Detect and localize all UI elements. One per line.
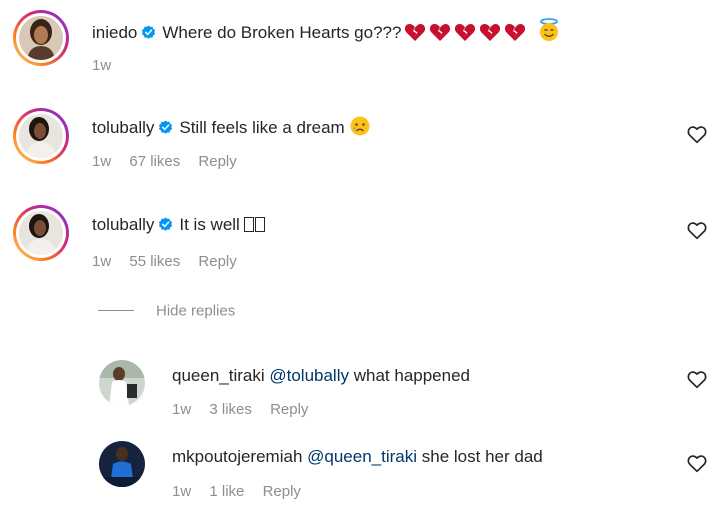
timestamp: 1w <box>92 57 112 74</box>
username[interactable]: queen_tiraki <box>172 366 265 385</box>
reply-button[interactable]: Reply <box>263 483 301 500</box>
missing-glyph-icon <box>243 216 266 238</box>
reply-button[interactable]: Reply <box>270 401 308 418</box>
verified-badge-icon <box>159 120 173 134</box>
like-heart-icon[interactable] <box>686 220 708 242</box>
comment-text: Still feels like a dream <box>179 118 345 137</box>
reply-body: mkpoutojeremiah @queen_tiraki she lost h… <box>172 446 543 468</box>
mention-link[interactable]: @tolubally <box>269 366 349 385</box>
broken-heart-icon <box>455 24 476 41</box>
hide-replies-button[interactable]: Hide replies <box>98 302 235 322</box>
reply-mkpoutojeremiah: mkpoutojeremiah @queen_tiraki she lost h… <box>0 437 720 517</box>
sad-face-with-tear-icon <box>350 116 370 136</box>
comment-body: tolubally It is well <box>92 214 266 238</box>
timestamp: 1w <box>92 253 112 270</box>
timestamp: 1w <box>172 401 192 418</box>
likes-count[interactable]: 67 likes <box>129 153 180 170</box>
timestamp: 1w <box>92 153 112 170</box>
reply-text: she lost her dad <box>421 447 543 466</box>
comment-body: iniedo Where do Broken Hearts go??? <box>92 18 562 44</box>
reply-button[interactable]: Reply <box>198 153 236 170</box>
comment-meta: 1w 55 likes Reply <box>92 253 251 271</box>
avatar-photo <box>19 114 63 158</box>
reply-body: queen_tiraki @tolubally what happened <box>172 365 470 387</box>
broken-heart-icon <box>505 24 526 41</box>
avatar-photo <box>19 16 63 60</box>
like-heart-icon[interactable] <box>686 369 708 391</box>
reply-meta: 1w 3 likes Reply <box>172 401 322 419</box>
comment-text: It is well <box>179 215 240 234</box>
like-heart-icon[interactable] <box>686 453 708 475</box>
smiling-face-with-halo-icon <box>540 18 559 41</box>
likes-count[interactable]: 1 like <box>209 483 244 500</box>
reply-text: what happened <box>353 366 471 385</box>
reply-button[interactable]: Reply <box>198 253 236 270</box>
username[interactable]: mkpoutojeremiah <box>172 447 302 466</box>
comment-meta: 1w <box>92 57 125 75</box>
username[interactable]: iniedo <box>92 23 137 42</box>
timestamp: 1w <box>172 483 192 500</box>
comment-iniedo: iniedo Where do Broken Hearts go??? 1w <box>0 0 720 90</box>
like-heart-icon[interactable] <box>686 124 708 146</box>
avatar-photo <box>19 211 63 255</box>
broken-heart-icon <box>480 24 501 41</box>
emoji-row <box>401 18 562 42</box>
username[interactable]: tolubally <box>92 215 154 234</box>
verified-badge-icon <box>142 25 156 39</box>
comment-body: tolubally Still feels like a dream <box>92 115 371 139</box>
broken-heart-icon <box>405 24 426 41</box>
comment-tolubally-1: tolubally Still feels like a dream 1w 67 … <box>0 100 720 190</box>
comment-tolubally-2: tolubally It is well 1w 55 likes Reply <box>0 200 720 290</box>
broken-heart-icon <box>430 24 451 41</box>
reply-queen-tiraki: queen_tiraki @tolubally what happened 1w… <box>0 355 720 430</box>
hide-replies-label: Hide replies <box>156 302 236 320</box>
mention-link[interactable]: @queen_tiraki <box>307 447 417 466</box>
likes-count[interactable]: 3 likes <box>209 401 252 418</box>
verified-badge-icon <box>159 217 173 231</box>
comment-meta: 1w 67 likes Reply <box>92 153 251 171</box>
avatar[interactable] <box>99 441 145 487</box>
likes-count[interactable]: 55 likes <box>129 253 180 270</box>
avatar[interactable] <box>99 360 145 406</box>
username[interactable]: tolubally <box>92 118 154 137</box>
comment-text: Where do Broken Hearts go??? <box>162 23 402 42</box>
reply-meta: 1w 1 like Reply <box>172 483 315 501</box>
divider <box>98 310 134 312</box>
